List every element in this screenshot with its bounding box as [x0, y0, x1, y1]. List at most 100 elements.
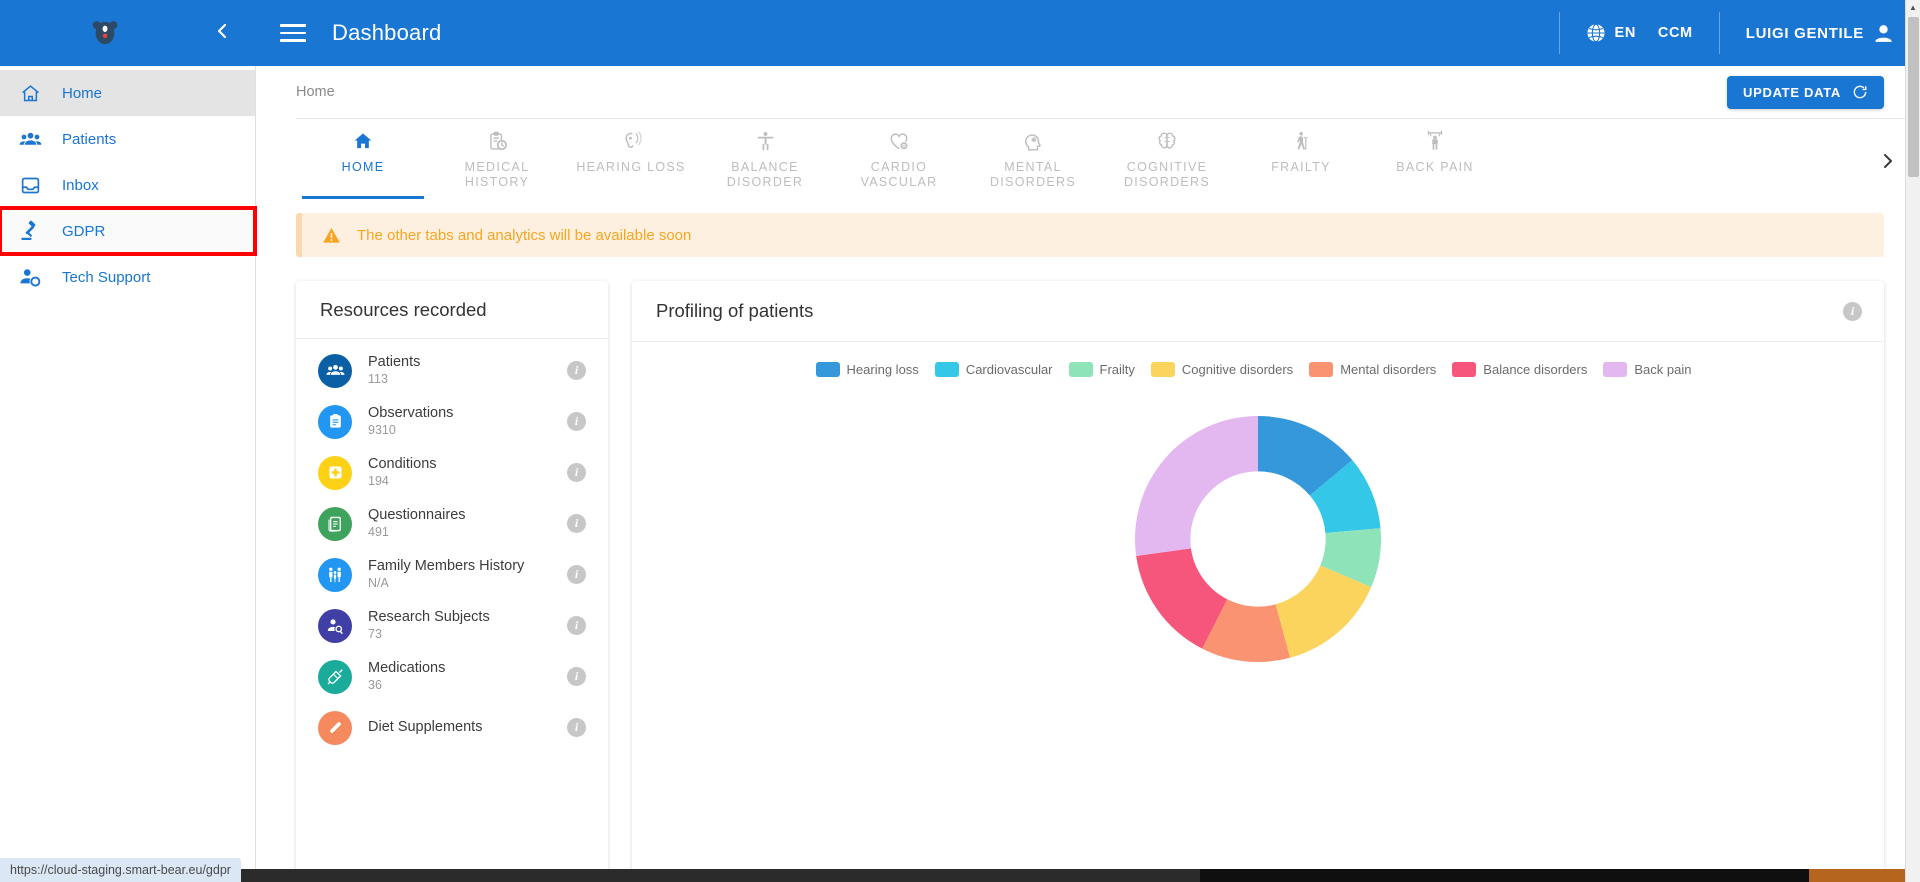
tab-cognitive-disorders[interactable]: COGNITIVE DISORDERS — [1100, 119, 1234, 199]
syringe-icon — [318, 659, 352, 694]
legend-item[interactable]: Mental disorders — [1309, 362, 1436, 377]
list-item[interactable]: Family Members History N/A i — [296, 549, 608, 600]
list-item[interactable]: Diet Supplements i — [296, 702, 608, 753]
dashboard-content: Resources recorded Patients 113 i Observ… — [256, 257, 1920, 882]
list-item[interactable]: Medications 36 i — [296, 651, 608, 702]
resource-value: 73 — [368, 627, 382, 641]
donut-segment[interactable] — [1135, 416, 1258, 556]
ear-icon — [620, 129, 642, 153]
sidebar-item-home[interactable]: Home — [0, 70, 255, 116]
tab-back-pain[interactable]: BACK PAIN — [1368, 119, 1502, 199]
resource-value: 36 — [368, 678, 382, 692]
head-star-icon — [1023, 129, 1044, 153]
donut-chart — [1108, 389, 1408, 694]
language-label: EN — [1614, 25, 1636, 41]
locale-group: EN CCM — [1560, 0, 1719, 66]
info-icon[interactable]: i — [567, 718, 586, 737]
legend-item[interactable]: Balance disorders — [1452, 362, 1587, 377]
list-item[interactable]: Patients 113 i — [296, 345, 608, 396]
resources-card-header: Resources recorded — [296, 281, 608, 339]
application-window: Dashboard EN CCM LUIGI GENTILE Home Pati… — [0, 0, 1920, 882]
top-bar: Dashboard EN CCM LUIGI GENTILE — [0, 0, 1920, 66]
tab-label: MEDICAL HISTORY — [464, 160, 530, 189]
info-icon[interactable]: i — [567, 616, 586, 635]
accessibility-icon — [755, 129, 776, 153]
legend-item[interactable]: Cognitive disorders — [1150, 362, 1293, 377]
language-selector[interactable]: EN — [1586, 23, 1636, 43]
info-icon[interactable]: i — [567, 565, 586, 584]
legend-swatch — [1309, 362, 1334, 377]
legend-item[interactable]: Back pain — [1603, 362, 1691, 377]
info-icon[interactable]: i — [567, 514, 586, 533]
sidebar-item-inbox[interactable]: Inbox — [0, 162, 255, 208]
chart-legend: Hearing loss Cardiovascular Frailty Cogniti… — [815, 362, 1701, 377]
user-name: LUIGI GENTILE — [1745, 24, 1864, 42]
tab-balance-disorder[interactable]: BALANCE DISORDER — [698, 119, 832, 199]
info-icon[interactable]: i — [567, 667, 586, 686]
sidebar-item-tech-support[interactable]: Tech Support — [0, 254, 255, 300]
list-item[interactable]: Research Subjects 73 i — [296, 600, 608, 651]
list-item[interactable]: Observations 9310 i — [296, 396, 608, 447]
resource-text: Medications 36 — [368, 660, 551, 693]
tab-cardio-vascular[interactable]: CARDIO VASCULAR — [832, 119, 966, 199]
list-item[interactable]: Questionnaires 491 i — [296, 498, 608, 549]
tab-label: HOME — [341, 160, 385, 174]
resource-value: 9310 — [368, 423, 396, 437]
legend-swatch — [1068, 362, 1093, 377]
list-item[interactable]: Conditions 194 i — [296, 447, 608, 498]
user-menu[interactable]: LUIGI GENTILE — [1720, 0, 1920, 66]
user-menu-inner[interactable]: LUIGI GENTILE — [1746, 23, 1894, 44]
legend-swatch — [1603, 362, 1628, 377]
legend-item[interactable]: Frailty — [1068, 362, 1135, 377]
resource-text: Research Subjects 73 — [368, 609, 551, 642]
info-icon[interactable]: i — [567, 412, 586, 431]
main-content: Home UPDATE DATA HOME MEDICAL HISTORY HE… — [256, 66, 1920, 882]
tab-home[interactable]: HOME — [296, 119, 430, 199]
smart-bear-logo — [0, 18, 210, 48]
tab-frailty[interactable]: FRAILTY — [1234, 119, 1368, 199]
tab-mental-disorders[interactable]: MENTAL DISORDERS — [966, 119, 1100, 199]
vertical-scrollbar-thumb[interactable] — [1908, 17, 1919, 177]
scroll-up-arrow[interactable]: ▲ — [1906, 0, 1920, 15]
tabs-next-button[interactable] — [1872, 151, 1904, 177]
hamburger-icon[interactable] — [280, 24, 306, 42]
vertical-scrollbar[interactable]: ▲ — [1905, 0, 1920, 882]
legend-item[interactable]: Cardiovascular — [934, 362, 1053, 377]
info-icon[interactable]: i — [567, 361, 586, 380]
update-data-label: UPDATE DATA — [1743, 84, 1841, 100]
profiling-of-patients-card: Profiling of patients i Hearing loss Card… — [632, 281, 1884, 882]
info-icon[interactable]: i — [1843, 301, 1862, 321]
resources-card-title: Resources recorded — [320, 298, 487, 320]
legend-swatch — [815, 362, 840, 377]
sidebar-collapse-button[interactable] — [210, 22, 234, 44]
header-bar: Dashboard EN CCM LUIGI GENTILE — [256, 0, 1920, 66]
chevron-right-icon — [1884, 154, 1892, 168]
horizontal-scrollbar[interactable] — [0, 869, 1905, 882]
heart-gear-icon — [888, 129, 910, 153]
sidebar-item-patients[interactable]: Patients — [0, 116, 255, 162]
profiling-chart-body: Hearing loss Cardiovascular Frailty Cogniti… — [632, 341, 1884, 882]
resource-name: Conditions — [368, 456, 437, 472]
resources-list: Patients 113 i Observations 9310 i Condi… — [296, 339, 608, 753]
warning-text: The other tabs and analytics will be ava… — [357, 226, 692, 244]
refresh-icon — [1853, 85, 1867, 99]
legend-item[interactable]: Hearing loss — [815, 362, 919, 377]
legend-label: Cardiovascular — [965, 362, 1053, 377]
avatar — [1875, 24, 1892, 42]
resource-name: Diet Supplements — [368, 719, 483, 735]
info-icon[interactable]: i — [567, 463, 586, 482]
legend-label: Frailty — [1099, 362, 1135, 377]
tab-hearing-loss[interactable]: HEARING LOSS — [564, 119, 698, 199]
update-data-button[interactable]: UPDATE DATA — [1727, 75, 1884, 109]
people-icon — [18, 127, 42, 151]
breadcrumb-bar: Home UPDATE DATA — [256, 66, 1920, 118]
tab-medical-history[interactable]: MEDICAL HISTORY — [430, 119, 564, 199]
sidebar-item-gdpr[interactable]: GDPR — [0, 206, 257, 256]
profiling-card-header: Profiling of patients i — [632, 281, 1884, 341]
legend-swatch — [934, 362, 959, 377]
sidebar-item-label: Tech Support — [62, 268, 151, 286]
breadcrumb[interactable]: Home — [296, 84, 335, 100]
resource-text: Family Members History N/A — [368, 558, 551, 591]
project-selector[interactable]: CCM — [1658, 25, 1693, 41]
clipboard-clock-icon — [487, 129, 508, 153]
